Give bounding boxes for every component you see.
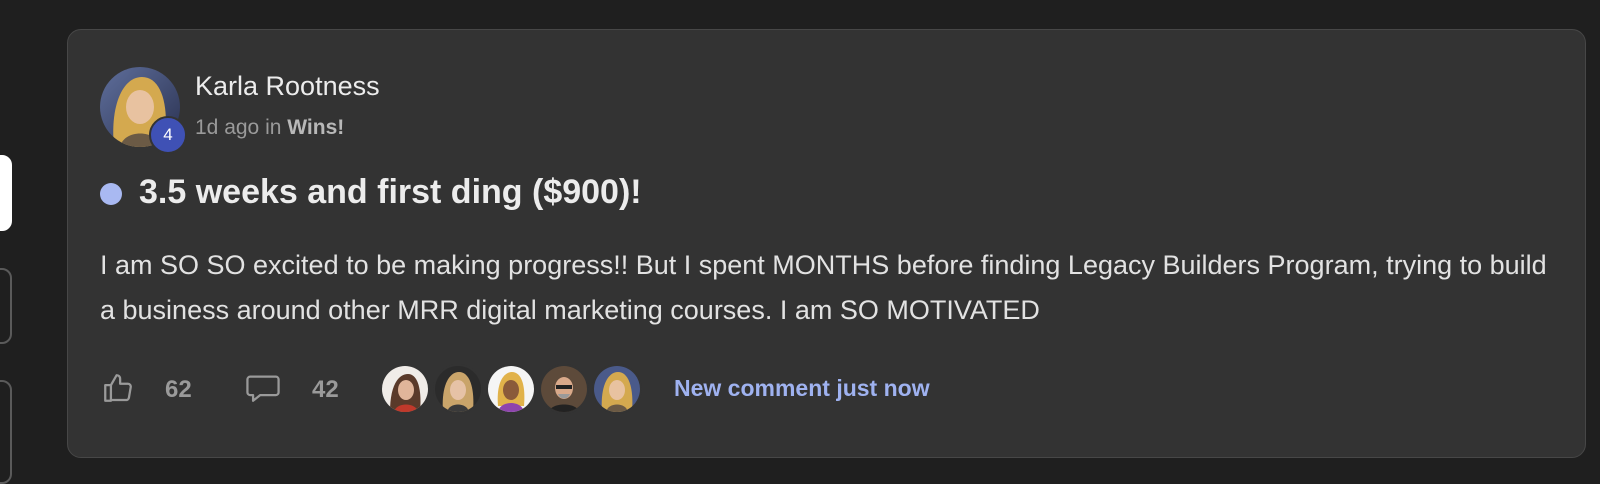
latest-comment-link[interactable]: New comment just now: [674, 375, 930, 402]
author-avatar-wrapper[interactable]: 4: [100, 67, 187, 154]
commenter-avatar-4[interactable]: [539, 364, 589, 414]
sidebar-edge-item-active[interactable]: [0, 155, 12, 231]
unread-indicator: [100, 183, 122, 205]
author-name[interactable]: Karla Rootness: [195, 71, 380, 102]
post-meta-in: in: [265, 116, 282, 139]
post-meta: 1d ago in Wins!: [195, 116, 344, 140]
like-button[interactable]: 62: [101, 368, 192, 412]
commenter-avatar-2[interactable]: [433, 364, 483, 414]
thumbs-up-icon: [101, 371, 135, 410]
post-title[interactable]: 3.5 weeks and first ding ($900)!: [139, 173, 642, 212]
post-body[interactable]: I am SO SO excited to be making progress…: [100, 243, 1550, 333]
commenter-avatar-3[interactable]: [486, 364, 536, 414]
post-time: 1d ago: [195, 116, 260, 139]
post-card[interactable]: 4 Karla Rootness 1d ago in Wins! 3.5 wee…: [67, 29, 1586, 458]
speech-bubble-icon: [244, 371, 282, 410]
commenter-avatars[interactable]: [380, 364, 645, 416]
comment-count: 42: [312, 376, 339, 403]
commenter-avatar-5[interactable]: [592, 364, 642, 414]
sidebar-edge-item[interactable]: [0, 380, 12, 484]
comment-button[interactable]: 42: [244, 368, 339, 412]
like-count: 62: [165, 376, 192, 403]
post-category-link[interactable]: Wins!: [287, 116, 344, 139]
level-badge: 4: [149, 116, 187, 154]
commenter-avatar-1[interactable]: [380, 364, 430, 414]
sidebar-edge-item[interactable]: [0, 268, 12, 344]
